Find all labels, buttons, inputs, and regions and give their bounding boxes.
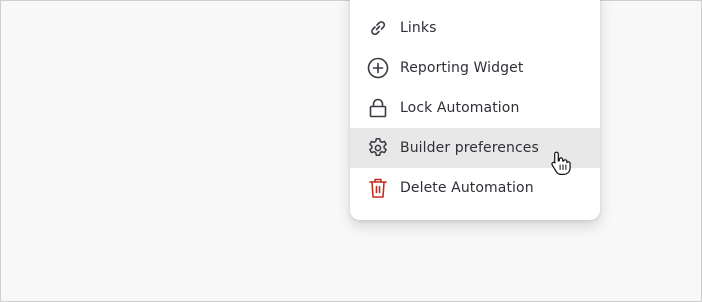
menu-item-reporting-widget[interactable]: Reporting Widget	[350, 48, 600, 88]
menu-list: Links Reporting Widget Lock Automation B…	[350, 8, 600, 208]
lock-icon	[366, 96, 390, 120]
menu-item-label: Builder preferences	[400, 140, 539, 156]
menu-item-label: Links	[400, 20, 437, 36]
plus-circle-icon	[366, 56, 390, 80]
menu-item-links[interactable]: Links	[350, 8, 600, 48]
menu-item-lock-automation[interactable]: Lock Automation	[350, 88, 600, 128]
menu-item-label: Delete Automation	[400, 180, 534, 196]
menu-item-label: Reporting Widget	[400, 60, 524, 76]
hand-pointer-cursor-icon	[550, 150, 572, 176]
menu-item-label: Lock Automation	[400, 100, 520, 116]
link-icon	[366, 16, 390, 40]
trash-icon	[366, 176, 390, 200]
automation-context-menu: Links Reporting Widget Lock Automation B…	[350, 0, 600, 220]
gear-icon	[366, 136, 390, 160]
